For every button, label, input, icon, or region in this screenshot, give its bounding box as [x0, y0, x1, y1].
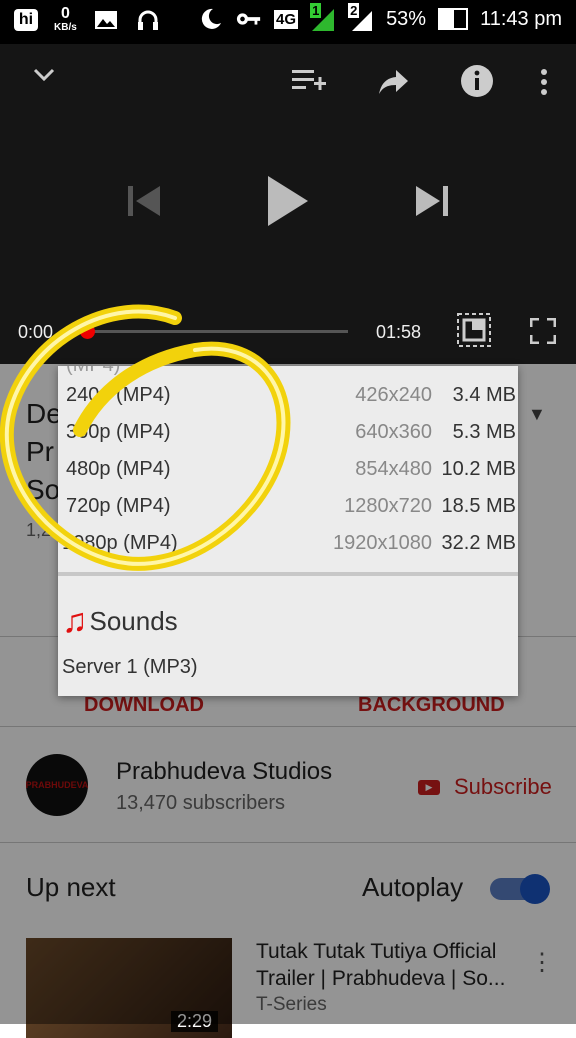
duration: 01:58 [376, 322, 422, 342]
audio-option[interactable]: Server 1 (MP3) [62, 656, 198, 679]
play-icon[interactable] [266, 174, 310, 235]
quality-resolution: 640x360 [355, 421, 432, 443]
quality-size: 32.2 MB [441, 532, 516, 554]
status-bar: hi 0 KB/s 4G 1 2 53% 11:43 pm [0, 0, 576, 44]
speed-unit: KB/s [54, 22, 77, 33]
next-icon[interactable] [414, 184, 450, 225]
music-note-icon: ♫ [62, 602, 88, 640]
quality-size: 10.2 MB [441, 458, 516, 480]
share-icon[interactable] [378, 68, 410, 103]
quality-resolution: 1280x720 [344, 495, 432, 517]
picture-in-picture-icon[interactable] [456, 312, 492, 355]
hike-icon: hi [14, 8, 38, 31]
speed-value: 0 [60, 5, 70, 22]
battery-icon [438, 8, 469, 30]
quality-resolution: 1920x1080 [333, 532, 432, 554]
moon-icon [198, 6, 224, 32]
key-icon [236, 6, 262, 32]
quality-size: 5.3 MB [452, 421, 516, 443]
battery-percent: 53% [386, 7, 427, 30]
signal-sim1-icon: 1 [310, 3, 336, 31]
quality-resolution: 426x240 [355, 384, 432, 406]
headphones-icon [135, 7, 161, 33]
sounds-section-header: ♫ Sounds [62, 602, 178, 641]
add-to-playlist-icon[interactable] [292, 68, 328, 103]
minimize-chevron-icon[interactable] [32, 58, 56, 90]
sounds-label: Sounds [89, 606, 178, 636]
highlight-annotation [0, 304, 291, 571]
network-type: 4G [274, 9, 299, 29]
clock: 11:43 pm [480, 7, 562, 30]
image-icon [93, 7, 119, 33]
quality-size: 3.4 MB [452, 384, 516, 406]
fullscreen-icon[interactable] [529, 317, 557, 351]
info-icon[interactable] [460, 64, 494, 105]
quality-size: 18.5 MB [441, 495, 516, 517]
signal-sim2-icon: 2 [348, 3, 374, 31]
network-speed: 0 KB/s [54, 5, 77, 34]
previous-icon[interactable] [126, 184, 162, 225]
more-options-icon[interactable] [540, 68, 548, 103]
quality-resolution: 854x480 [355, 458, 432, 480]
